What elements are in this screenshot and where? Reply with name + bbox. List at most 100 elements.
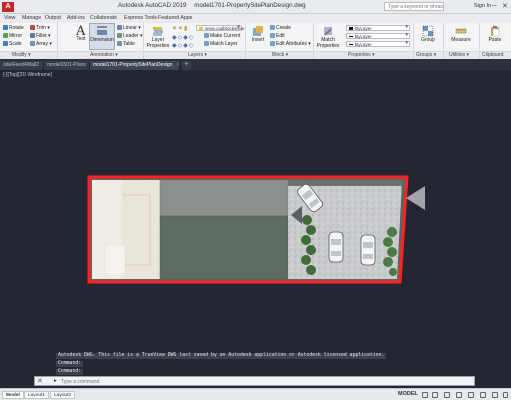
tab-collaborate[interactable]: Collaborate bbox=[90, 15, 117, 21]
tab-output[interactable]: Output bbox=[45, 15, 61, 21]
dimension-button[interactable]: Dimension bbox=[89, 23, 115, 50]
annotation-scale-icon[interactable] bbox=[480, 392, 486, 398]
match-properties-button[interactable]: Match Properties bbox=[316, 25, 340, 49]
minimize-icon[interactable]: – bbox=[492, 1, 496, 10]
layers-panel-title[interactable]: Layers ▾ bbox=[188, 52, 207, 58]
measure-icon bbox=[455, 28, 467, 34]
table-icon bbox=[117, 41, 122, 46]
annotation-panel: A Text Dimension Linear ▾ Leader ▾ Table… bbox=[58, 23, 144, 59]
leader-button[interactable]: Leader ▾ bbox=[117, 33, 142, 39]
svg-text:A: A bbox=[75, 24, 86, 36]
layer-properties-button[interactable]: Layer Properties bbox=[146, 25, 170, 49]
array-button[interactable]: Array ▾ bbox=[30, 41, 52, 47]
layer-color-swatch bbox=[199, 27, 203, 30]
tab-layout1[interactable]: Layout1 bbox=[24, 391, 50, 399]
annotation-panel-title[interactable]: Annotation ▾ bbox=[90, 52, 118, 58]
match-layer-icon bbox=[204, 41, 209, 46]
status-bar: Model Layout1 Layout2 MODEL bbox=[0, 388, 511, 400]
table-button[interactable]: Table bbox=[117, 41, 135, 47]
linetype-swatch bbox=[349, 44, 353, 45]
edit-block-button[interactable]: Edit bbox=[270, 33, 285, 39]
edit-attributes-button[interactable]: Edit Attributes ▾ bbox=[270, 41, 311, 47]
paste-button[interactable]: Paste bbox=[483, 25, 507, 44]
new-tab-button[interactable]: + bbox=[182, 61, 191, 70]
model-space-button[interactable]: MODEL bbox=[398, 391, 418, 397]
lineweight-dropdown[interactable]: ByLayer bbox=[346, 33, 410, 39]
close-command-icon[interactable]: ✕ bbox=[37, 377, 43, 385]
sign-in-button[interactable]: Sign In bbox=[474, 3, 491, 9]
utilities-panel: Measure Utilities ▾ bbox=[444, 23, 480, 59]
utilities-panel-title[interactable]: Utilities ▾ bbox=[449, 52, 469, 58]
document-tabs: odelFeed4Wall2 model1501-Plans model1701… bbox=[0, 59, 511, 70]
grid-icon[interactable] bbox=[422, 392, 428, 398]
ortho-icon[interactable] bbox=[444, 392, 450, 398]
insert-button[interactable]: Insert bbox=[248, 25, 268, 44]
rotate-button[interactable]: Rotate bbox=[3, 25, 24, 31]
close-icon[interactable]: ✕ bbox=[502, 2, 508, 10]
mirror-button[interactable]: Mirror bbox=[3, 33, 22, 39]
group-icon bbox=[422, 25, 434, 37]
match-properties-icon bbox=[324, 27, 332, 36]
tab-view[interactable]: View bbox=[4, 15, 15, 21]
osnap-icon[interactable] bbox=[468, 392, 474, 398]
viewport-controls[interactable]: [-][Top][2D Wireframe] bbox=[3, 72, 52, 78]
layer-dropdown[interactable]: www.cadblocksfree bbox=[196, 25, 244, 31]
create-block-button[interactable]: Create bbox=[270, 25, 291, 31]
groups-panel-title[interactable]: Groups ▾ bbox=[416, 52, 436, 58]
block-panel-title[interactable]: Block ▾ bbox=[272, 52, 288, 58]
workspace-icon[interactable] bbox=[492, 392, 498, 398]
fillet-button[interactable]: Fillet ▾ bbox=[30, 33, 50, 39]
tab-manage[interactable]: Manage bbox=[22, 15, 41, 21]
command-input[interactable] bbox=[61, 378, 361, 385]
snap-icon[interactable] bbox=[432, 392, 438, 398]
customize-icon[interactable] bbox=[503, 392, 508, 398]
command-line: ✕ ▸ bbox=[34, 376, 475, 386]
make-current-button[interactable]: Make Current bbox=[204, 33, 240, 39]
doc-tab-plans[interactable]: model1501-Plans bbox=[44, 61, 90, 70]
tab-model[interactable]: Model bbox=[2, 391, 24, 399]
command-prompt-icon: ▸ bbox=[54, 378, 57, 384]
dimension-icon bbox=[97, 26, 107, 35]
modify-panel: Rotate Trim ▾ Mirror Fillet ▾ Scale Arra… bbox=[0, 23, 58, 59]
color-dropdown[interactable]: ByLayer bbox=[346, 25, 410, 31]
tab-featured-apps[interactable]: Featured Apps bbox=[158, 15, 192, 21]
command-history-line: Command: bbox=[56, 361, 84, 367]
modify-panel-title[interactable]: Modify ▾ bbox=[12, 52, 31, 58]
clipboard-panel: Paste Clipboard bbox=[480, 23, 511, 59]
edit-block-icon bbox=[270, 33, 275, 38]
measure-button[interactable]: Measure bbox=[448, 25, 474, 44]
site-plan-drawing bbox=[87, 175, 425, 284]
fillet-icon bbox=[30, 33, 35, 38]
clipboard-panel-title[interactable]: Clipboard bbox=[482, 52, 503, 58]
rotate-icon bbox=[3, 25, 8, 30]
create-block-icon bbox=[270, 25, 275, 30]
search-input[interactable] bbox=[384, 2, 444, 11]
tab-add-ins[interactable]: Add-ins bbox=[67, 15, 85, 21]
linear-button[interactable]: Linear ▾ bbox=[117, 25, 141, 31]
linetype-dropdown[interactable]: ByLayer bbox=[346, 41, 410, 47]
doc-tab-feed-wall[interactable]: odelFeed4Wall2 bbox=[0, 61, 44, 70]
properties-panel-title[interactable]: Properties ▾ bbox=[348, 52, 375, 58]
drawing-canvas[interactable]: [-][Top][2D Wireframe] bbox=[0, 70, 511, 376]
insert-icon bbox=[253, 26, 263, 36]
command-history-line: Command: bbox=[56, 369, 84, 375]
group-button[interactable]: Group bbox=[416, 25, 440, 44]
match-layer-button[interactable]: Match Layer bbox=[204, 41, 238, 47]
trim-button[interactable]: Trim ▾ bbox=[30, 25, 50, 31]
doc-tab-site-plan[interactable]: model1701-PropertySitePlanDesign × bbox=[90, 61, 180, 70]
app-logo-icon[interactable]: A bbox=[2, 2, 14, 12]
polar-icon[interactable] bbox=[456, 392, 462, 398]
roof-section-bottom bbox=[159, 215, 289, 280]
section-marker-right-icon[interactable] bbox=[406, 186, 425, 210]
close-tab-icon[interactable]: × bbox=[177, 62, 180, 68]
tab-express-tools[interactable]: Express Tools bbox=[124, 15, 157, 21]
scale-button[interactable]: Scale bbox=[3, 41, 22, 47]
properties-panel: Match Properties ByLayer ByLayer ByLayer… bbox=[314, 23, 414, 59]
leader-icon bbox=[117, 33, 122, 38]
trim-icon bbox=[30, 25, 35, 30]
array-icon bbox=[30, 41, 35, 46]
groups-panel: Group Groups ▾ bbox=[414, 23, 444, 59]
ribbon: Rotate Trim ▾ Mirror Fillet ▾ Scale Arra… bbox=[0, 23, 511, 59]
tab-layout2[interactable]: Layout2 bbox=[50, 391, 76, 399]
text-button[interactable]: A Text bbox=[72, 24, 90, 43]
